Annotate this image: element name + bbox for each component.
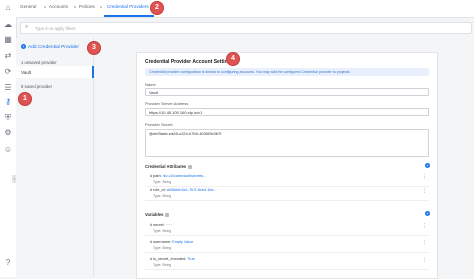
name-label: Name: [145, 82, 156, 87]
variable-key-text: # secret:: [150, 223, 165, 227]
variable-type: Type: String: [153, 262, 172, 267]
variable-value: Empty Value: [172, 240, 194, 244]
attribute-type: Type: String: [153, 193, 172, 198]
saved-group-label[interactable]: 8 saved provider: [21, 84, 52, 89]
info-icon[interactable]: [165, 212, 170, 217]
info-text: Credential provider configuration is sim…: [149, 70, 351, 74]
more-options-icon[interactable]: ⋮: [422, 257, 427, 263]
tab-separator: [74, 6, 76, 8]
add-attribute-icon[interactable]: +: [425, 163, 430, 168]
plus-icon: +: [21, 44, 26, 49]
variables-heading: Variables: [145, 212, 170, 217]
active-tab-indicator: [104, 15, 154, 17]
variable-value: ·····: [165, 223, 172, 227]
list-icon[interactable]: ☰: [3, 83, 13, 93]
address-field[interactable]: https://10.45.100.160:vip.io/v1: [145, 108, 429, 116]
attr-section-label: Credential Attributes: [145, 164, 187, 169]
provider-list: + Add Credential Provider 1 unsaved provi…: [16, 38, 94, 277]
variable-key-text: # username:: [150, 240, 172, 244]
info-banner: Credential provider configuration is sim…: [145, 68, 429, 76]
tab-separator: [44, 6, 46, 8]
filter-search[interactable]: ⌕ Type in to apply filters: [20, 22, 472, 34]
tab-accounts[interactable]: Accounts: [49, 4, 68, 9]
attribute-value: /kv-v2/calmvault/secrets...: [162, 174, 207, 178]
user-icon[interactable]: ☺: [3, 145, 13, 155]
variable-row[interactable]: # secret: ····· Type: String ⋮: [145, 222, 429, 236]
cloud-icon[interactable]: ☁: [3, 20, 13, 30]
runbook-icon[interactable]: ⟳: [3, 67, 13, 77]
callout-2: 2: [150, 1, 164, 15]
key-icon[interactable]: ⚷: [3, 97, 13, 107]
name-field[interactable]: Vault: [145, 88, 429, 96]
add-variable-icon[interactable]: +: [425, 211, 430, 216]
attribute-key: # path: /kv-v2/calmvault/secrets...: [150, 174, 206, 178]
attribute-key-text: # path:: [150, 174, 162, 178]
add-credential-provider-button[interactable]: + Add Credential Provider: [21, 44, 79, 50]
attribute-key-text: # role_id:: [150, 188, 166, 192]
search-placeholder: Type in to apply filters: [35, 25, 76, 31]
variable-key: # secret: ·····: [150, 223, 172, 227]
address-label: Provider Server Address: [145, 101, 189, 106]
settings-icon[interactable]: ⚙: [3, 128, 13, 138]
provider-item-label: Vault: [21, 70, 31, 75]
unsaved-group-label: 1 unsaved provider: [21, 60, 57, 65]
variable-row[interactable]: # username: Empty Value Type: String ⋮: [145, 239, 429, 253]
callout-3: 3: [87, 41, 101, 55]
more-options-icon[interactable]: ⋮: [422, 174, 427, 180]
more-options-icon[interactable]: ⋮: [422, 223, 427, 229]
tab-credential-providers[interactable]: Credential Providers: [107, 4, 149, 9]
variable-key: # is_secret_encoded: True: [150, 257, 195, 261]
var-section-label: Variables: [145, 212, 164, 217]
variable-key-text: # is_secret_encoded:: [150, 257, 187, 261]
credential-attributes-heading: Credential Attributes: [145, 164, 193, 169]
provider-settings-panel: Credential Provider Account Settings Cre…: [136, 52, 438, 279]
attribute-row[interactable]: # path: /kv-v2/calmvault/secrets... Type…: [145, 173, 429, 187]
top-tabs: General Accounts Policies Credential Pro…: [16, 0, 474, 18]
callout-4: 4: [226, 52, 240, 66]
secret-field[interactable]: @ebf3add-ea28-c224-b7b0-4030f9c367f: [145, 129, 429, 157]
variable-type: Type: String: [153, 228, 172, 233]
variable-value: True: [187, 257, 195, 261]
attribute-key: # role_id: a93b6eb3e1-7b7f-8cb4-1bb...: [150, 188, 217, 192]
variable-key: # username: Empty Value: [150, 240, 193, 244]
search-icon: ⌕: [25, 24, 29, 30]
tab-separator: [100, 6, 102, 8]
tab-policies[interactable]: Policies: [79, 4, 95, 9]
variable-row[interactable]: # is_secret_encoded: True Type: String ⋮: [145, 256, 429, 270]
attribute-value: a93b6eb3e1-7b7f-8cb4-1bb...: [166, 188, 217, 192]
tab-general[interactable]: General: [20, 4, 36, 9]
add-provider-label: Add Credential Provider: [28, 45, 79, 50]
help-icon[interactable]: ?: [3, 258, 13, 268]
secret-label: Provider Secret: [145, 122, 173, 127]
apps-icon[interactable]: ▦: [3, 35, 13, 45]
shield-icon[interactable]: ⛨: [3, 113, 13, 123]
variable-type: Type: String: [153, 245, 172, 250]
flow-icon[interactable]: ⇄: [3, 51, 13, 61]
attribute-row[interactable]: # role_id: a93b6eb3e1-7b7f-8cb4-1bb... T…: [145, 187, 429, 201]
more-options-icon[interactable]: ⋮: [422, 240, 427, 246]
panel-title: Credential Provider Account Settings: [145, 59, 234, 65]
provider-item-vault[interactable]: Vault: [16, 66, 94, 78]
attribute-type: Type: String: [153, 179, 172, 184]
home-icon[interactable]: ⌂: [3, 3, 13, 13]
icon-sidebar: ⌂ ☁ ▦ ⇄ ⟳ ☰ ⚷ ⛨ ⚙ ☺ ?: [0, 0, 17, 277]
info-icon[interactable]: [188, 164, 193, 169]
callout-1: 1: [18, 92, 32, 106]
more-options-icon[interactable]: ⋮: [422, 188, 427, 194]
